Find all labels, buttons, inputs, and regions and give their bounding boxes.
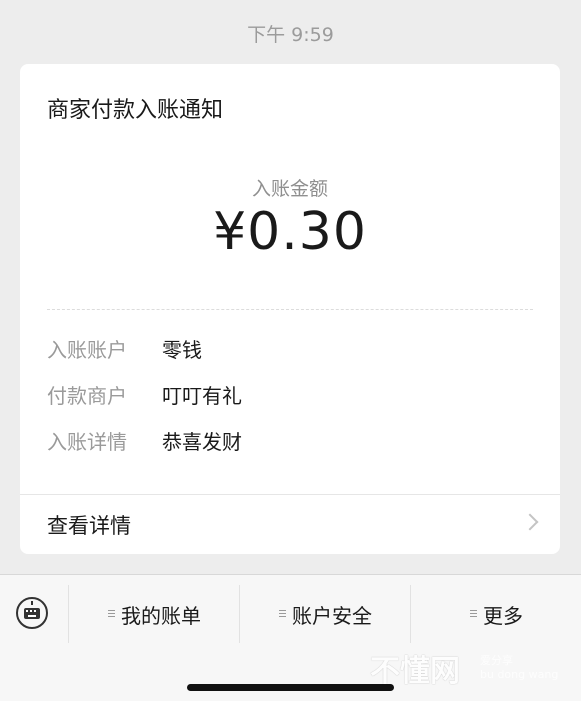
card-title: 商家付款入账通知	[47, 98, 224, 123]
detail-key: 入账详情	[47, 430, 127, 454]
amount-label: 入账金额	[251, 178, 328, 200]
menu-list-icon	[279, 610, 286, 618]
detail-value: 零钱	[162, 338, 202, 362]
detail-row-merchant: 付款商户 叮叮有礼	[47, 380, 533, 412]
detail-key: 付款商户	[47, 384, 127, 408]
menu-list-icon	[108, 610, 115, 618]
detail-row-remark: 入账详情 恭喜发财	[47, 426, 533, 458]
watermark-small: 爱分享	[480, 654, 513, 667]
bottom-menu-bar: 我的账单 账户安全 更多	[0, 574, 581, 701]
view-details-label: 查看详情	[47, 514, 131, 538]
menu-item-label: 更多	[483, 603, 523, 628]
view-details-link[interactable]: 查看详情	[20, 495, 560, 554]
home-indicator[interactable]	[187, 684, 394, 691]
menu-list-icon	[470, 610, 477, 618]
notification-card: 商家付款入账通知 入账金额 ¥0.30 入账账户 零钱 付款商户 叮叮有礼 入账…	[20, 64, 560, 554]
keyboard-icon	[16, 597, 48, 629]
menu-item-label: 我的账单	[121, 603, 201, 628]
dashed-divider	[47, 309, 533, 310]
amount-value: ¥0.30	[213, 202, 367, 262]
detail-row-account: 入账账户 零钱	[47, 334, 533, 366]
detail-value: 恭喜发财	[162, 430, 242, 454]
menu-item-my-bills[interactable]: 我的账单	[69, 575, 240, 653]
message-timestamp: 下午 9:59	[247, 24, 334, 46]
menu-item-account-security[interactable]: 账户安全	[240, 575, 411, 653]
watermark-pinyin: bu dong wang	[480, 668, 559, 681]
chevron-right-icon	[521, 513, 539, 531]
menu-item-more[interactable]: 更多	[411, 575, 581, 653]
keyboard-toggle-button[interactable]	[0, 575, 68, 653]
menu-item-label: 账户安全	[292, 603, 372, 628]
detail-value: 叮叮有礼	[162, 384, 242, 408]
detail-key: 入账账户	[47, 338, 127, 362]
